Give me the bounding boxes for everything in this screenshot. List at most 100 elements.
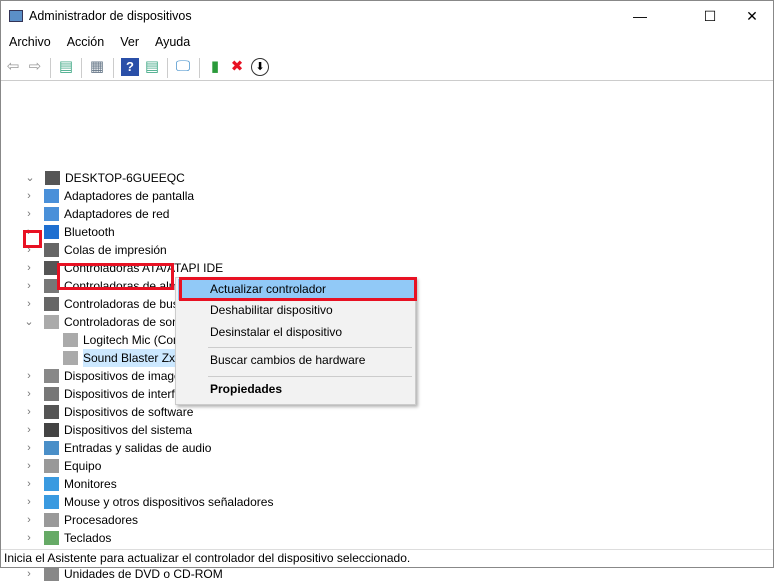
chevron-right-icon[interactable]: › [24,421,34,439]
tree-category[interactable]: › Entradas y salidas de audio [1,439,773,457]
app-icon [9,10,23,22]
device-category-icon [44,531,59,545]
device-category-icon [44,225,59,239]
chevron-right-icon[interactable]: › [24,367,34,385]
menu-item-scan-hardware[interactable]: Buscar cambios de hardware [178,350,414,371]
action-pane-icon[interactable]: ▤ [143,58,161,76]
chevron-right-icon[interactable]: › [24,403,34,421]
toolbar-separator [199,58,200,78]
chevron-right-icon[interactable]: › [24,385,34,403]
chevron-right-icon[interactable]: › [24,439,34,457]
minimize-button[interactable]: — [617,1,663,31]
tree-item-label: Procesadores [64,513,139,527]
annotation-box-expand [23,230,42,248]
chevron-right-icon[interactable]: › [24,277,34,295]
device-category-icon [44,459,59,473]
menu-separator [208,347,412,348]
annotation-box-update [179,277,417,301]
tree-category[interactable]: › Teclados [1,529,773,547]
tree-item-label: Dispositivos de software [64,405,194,419]
device-category-icon [44,297,59,311]
menu-item-properties[interactable]: Propiedades [178,379,414,400]
tree-category[interactable]: › Mouse y otros dispositivos señaladores [1,493,773,511]
tree-category[interactable]: › Adaptadores de red [1,205,773,223]
tree-item-label: Teclados [64,531,112,545]
toolbar-separator [167,58,168,78]
tree-item-label: Sound Blaster ZxR [83,349,184,367]
tree-item-label: Adaptadores de red [64,207,170,221]
menu-bar: Archivo Acción Ver Ayuda [1,33,198,53]
chevron-right-icon[interactable]: › [24,529,34,547]
device-category-icon [44,423,59,437]
tree-item-label: Monitores [64,477,117,491]
properties-icon[interactable]: ▦ [88,58,106,76]
uninstall-icon[interactable]: ✖ [228,58,246,76]
menu-item-disable-device[interactable]: Deshabilitar dispositivo [178,300,414,321]
device-category-icon [44,513,59,527]
tree-item-label: Colas de impresión [64,243,167,257]
tree-item-label: Bluetooth [64,225,115,239]
computer-icon [45,171,60,185]
tree-item-label: Dispositivos del sistema [64,423,193,437]
tree-item-label: Dispositivos de imagen [64,369,188,383]
device-category-icon [44,495,59,509]
forward-icon[interactable]: ⇨ [26,58,44,76]
help-icon[interactable]: ? [121,58,139,76]
device-category-icon [44,207,59,221]
show-hide-tree-icon[interactable]: ▤ [57,58,75,76]
toolbar: ⇦ ⇨ ▤ ▦ ? ▤ 🖵 ▮ ✖ ⬇ [1,55,773,81]
toolbar-separator [113,58,114,78]
device-category-icon [44,405,59,419]
tree-root-computer[interactable]: ⌄ DESKTOP-6GUEEQC [1,169,773,187]
device-category-icon [44,387,59,401]
tree-category[interactable]: › Monitores [1,475,773,493]
device-category-icon [44,243,59,257]
chevron-down-icon[interactable]: ⌄ [25,169,35,187]
tree-category[interactable]: › Dispositivos de software [1,403,773,421]
tree-category[interactable]: › Equipo [1,457,773,475]
menu-separator [208,376,412,377]
menu-accion[interactable]: Acción [59,33,113,53]
tree-category[interactable]: › Adaptadores de pantalla [1,187,773,205]
tree-category[interactable]: › Colas de impresión [1,241,773,259]
chevron-right-icon[interactable]: › [24,295,34,313]
window-title: Administrador de dispositivos [29,9,192,23]
chevron-right-icon[interactable]: › [24,259,34,277]
maximize-button[interactable]: ☐ [687,1,733,31]
menu-ayuda[interactable]: Ayuda [147,33,198,53]
back-icon[interactable]: ⇦ [4,58,22,76]
chevron-right-icon[interactable]: › [24,457,34,475]
speaker-icon [63,333,78,347]
device-category-icon [44,441,59,455]
update-driver-icon[interactable]: ▮ [206,58,224,76]
device-category-icon [44,369,59,383]
menu-item-uninstall-device[interactable]: Desinstalar el dispositivo [178,322,414,343]
tree-item-label: DESKTOP-6GUEEQC [65,171,185,185]
chevron-right-icon[interactable]: › [24,511,34,529]
tree-item-label: Adaptadores de pantalla [64,189,195,203]
toolbar-separator [81,58,82,78]
chevron-down-icon[interactable]: ⌄ [24,313,34,331]
scan-hardware-icon[interactable]: 🖵 [174,58,192,76]
device-category-icon [44,567,59,581]
title-bar: Administrador de dispositivos — ☐ ✕ [1,1,773,33]
annotation-box-device [57,263,174,290]
tree-category[interactable]: › Bluetooth [1,223,773,241]
toolbar-separator [50,58,51,78]
device-category-icon [44,189,59,203]
close-button[interactable]: ✕ [729,1,774,31]
menu-ver[interactable]: Ver [112,33,147,53]
speaker-icon [44,315,59,329]
tree-item-label: Equipo [64,459,102,473]
device-category-icon [44,477,59,491]
speaker-icon [63,351,78,365]
tree-category[interactable]: › Dispositivos del sistema [1,421,773,439]
chevron-right-icon[interactable]: › [24,475,34,493]
tree-category[interactable]: › Procesadores [1,511,773,529]
disable-icon[interactable]: ⬇ [251,58,269,76]
tree-item-label: Entradas y salidas de audio [64,441,212,455]
chevron-right-icon[interactable]: › [24,205,34,223]
chevron-right-icon[interactable]: › [24,187,34,205]
menu-archivo[interactable]: Archivo [1,33,59,53]
chevron-right-icon[interactable]: › [24,493,34,511]
